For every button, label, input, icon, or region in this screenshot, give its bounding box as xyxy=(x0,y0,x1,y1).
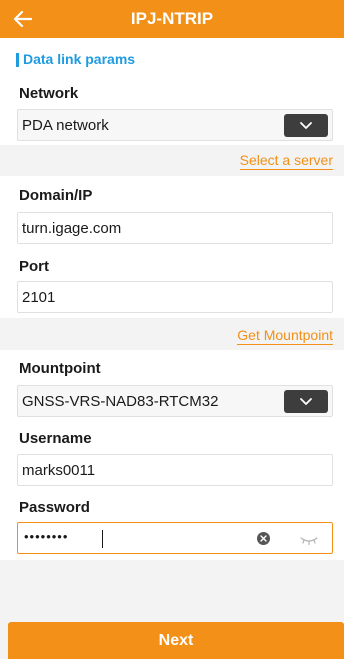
domain-input[interactable]: turn.igage.com xyxy=(17,212,333,244)
mountpoint-dropdown-button[interactable] xyxy=(284,390,328,413)
chevron-down-icon xyxy=(300,121,312,129)
section-title: Data link params xyxy=(23,51,136,67)
get-mountpoint-link[interactable]: Get Mountpoint xyxy=(237,327,333,345)
username-input[interactable]: marks0011 xyxy=(17,454,333,486)
network-value: PDA network xyxy=(22,117,109,134)
network-label: Network xyxy=(19,85,79,102)
domain-label: Domain/IP xyxy=(19,187,93,204)
section-header: Data link params xyxy=(0,48,344,72)
domain-value: turn.igage.com xyxy=(22,220,122,237)
get-mountpoint-band: Get Mountpoint xyxy=(0,318,344,350)
port-input[interactable]: 2101 xyxy=(17,281,333,313)
mountpoint-select[interactable]: GNSS-VRS-NAD83-RTCM32 xyxy=(17,385,333,417)
port-label: Port xyxy=(19,258,49,275)
chevron-down-icon xyxy=(300,397,312,405)
next-button[interactable]: Next xyxy=(8,622,344,659)
username-label: Username xyxy=(19,430,92,447)
port-value: 2101 xyxy=(22,289,56,306)
mountpoint-value: GNSS-VRS-NAD83-RTCM32 xyxy=(22,393,219,410)
clear-icon[interactable] xyxy=(257,532,270,545)
eye-closed-icon[interactable] xyxy=(300,533,318,546)
password-masked-value: •••••••• xyxy=(24,529,69,544)
password-label: Password xyxy=(19,499,90,516)
password-input[interactable]: •••••••• xyxy=(17,522,333,554)
top-app-bar: IPJ-NTRIP xyxy=(0,0,344,38)
page-title: IPJ-NTRIP xyxy=(130,9,214,28)
text-caret xyxy=(102,530,103,548)
select-server-band: Select a server xyxy=(0,145,344,176)
username-value: marks0011 xyxy=(22,462,96,479)
section-accent-bar xyxy=(16,53,19,67)
eye-closed-glyph xyxy=(300,537,318,546)
select-server-link[interactable]: Select a server xyxy=(239,152,333,170)
close-icon xyxy=(260,535,267,542)
mountpoint-label: Mountpoint xyxy=(19,360,101,377)
network-select[interactable]: PDA network xyxy=(17,109,333,141)
network-dropdown-button[interactable] xyxy=(284,114,328,137)
